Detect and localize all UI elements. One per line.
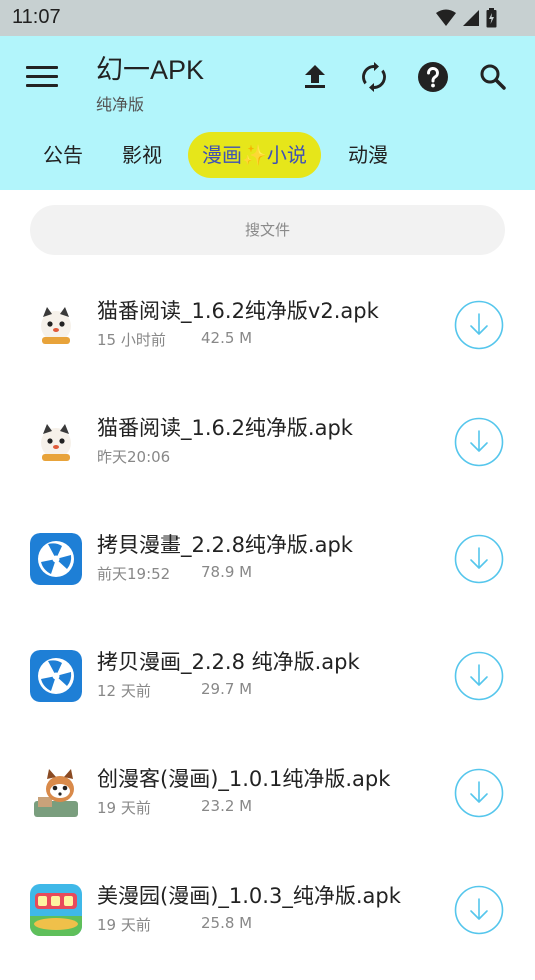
file-row[interactable]: 猫番阅读_1.6.2纯净版.apk 昨天20:06 — [0, 402, 535, 512]
copymanga-icon — [30, 650, 82, 702]
file-size: 23.2 M — [201, 797, 253, 815]
file-time: 19 天前 — [97, 916, 151, 934]
tab-announcement[interactable]: 公告 — [43, 132, 83, 178]
tab-bar: 公告 影视 漫画✨小说 动漫 — [0, 130, 535, 180]
download-icon[interactable] — [454, 534, 504, 584]
file-name: 美漫园(漫画)_1.0.3_纯净版.apk — [97, 884, 401, 908]
file-row[interactable]: 美漫园(漫画)_1.0.3_纯净版.apk 19 天前 25.8 M — [0, 870, 535, 980]
file-time: 15 小时前 — [97, 331, 166, 349]
file-name: 猫番阅读_1.6.2纯净版.apk — [97, 416, 353, 440]
file-row[interactable]: 猫番阅读_1.6.2纯净版v2.apk 15 小时前 42.5 M — [0, 285, 535, 395]
app-subtitle: 纯净版 — [96, 95, 145, 114]
app-header: 幻一APK 纯净版 公告 影视 漫画✨小说 动漫 — [0, 36, 535, 190]
download-icon[interactable] — [454, 300, 504, 350]
upload-icon[interactable] — [298, 60, 332, 94]
copymanga-icon — [30, 533, 82, 585]
file-size: 29.7 M — [201, 680, 253, 698]
file-size: 42.5 M — [201, 329, 253, 347]
raccoon-app-icon — [30, 767, 82, 819]
file-time: 昨天20:06 — [97, 448, 171, 466]
download-icon[interactable] — [454, 651, 504, 701]
tab-anime[interactable]: 动漫 — [348, 132, 388, 178]
cat-app-icon — [30, 299, 82, 351]
file-name: 拷贝漫画_2.2.8 纯净版.apk — [97, 650, 360, 674]
meimanyuan-icon — [30, 884, 82, 936]
battery-icon — [486, 8, 497, 28]
app-title: 幻一APK — [96, 55, 205, 85]
search-icon[interactable] — [476, 60, 510, 94]
download-icon[interactable] — [454, 417, 504, 467]
download-icon[interactable] — [454, 768, 504, 818]
cat-app-icon — [30, 416, 82, 468]
menu-icon[interactable] — [26, 66, 58, 92]
refresh-icon[interactable] — [357, 60, 391, 94]
file-size: 78.9 M — [201, 563, 253, 581]
status-time: 11:07 — [12, 6, 61, 28]
file-name: 创漫客(漫画)_1.0.1纯净版.apk — [97, 767, 391, 791]
tab-manga-novel[interactable]: 漫画✨小说 — [188, 132, 321, 178]
file-row[interactable]: 拷貝漫畫_2.2.8纯净版.apk 前天19:52 78.9 M — [0, 519, 535, 629]
file-meta: 前天19:52 78.9 M — [97, 563, 252, 584]
file-name: 拷貝漫畫_2.2.8纯净版.apk — [97, 533, 353, 557]
file-meta: 19 天前 25.8 M — [97, 914, 252, 935]
file-time: 12 天前 — [97, 682, 151, 700]
status-bar: 11:07 — [0, 0, 535, 36]
file-row[interactable]: 创漫客(漫画)_1.0.1纯净版.apk 19 天前 23.2 M — [0, 753, 535, 863]
tab-videos[interactable]: 影视 — [122, 132, 162, 178]
file-time: 19 天前 — [97, 799, 151, 817]
file-row[interactable]: 拷贝漫画_2.2.8 纯净版.apk 12 天前 29.7 M — [0, 636, 535, 746]
help-icon[interactable] — [416, 60, 450, 94]
file-meta: 15 小时前 42.5 M — [97, 329, 252, 350]
file-meta: 12 天前 29.7 M — [97, 680, 252, 701]
status-icons — [436, 8, 497, 28]
search-input[interactable]: 搜文件 — [30, 205, 505, 255]
signal-icon — [463, 10, 479, 26]
file-meta: 19 天前 23.2 M — [97, 797, 252, 818]
file-size: 25.8 M — [201, 914, 253, 932]
download-icon[interactable] — [454, 885, 504, 935]
file-name: 猫番阅读_1.6.2纯净版v2.apk — [97, 299, 379, 323]
file-time: 前天19:52 — [97, 565, 171, 583]
file-meta: 昨天20:06 — [97, 446, 170, 467]
wifi-icon — [436, 9, 456, 26]
